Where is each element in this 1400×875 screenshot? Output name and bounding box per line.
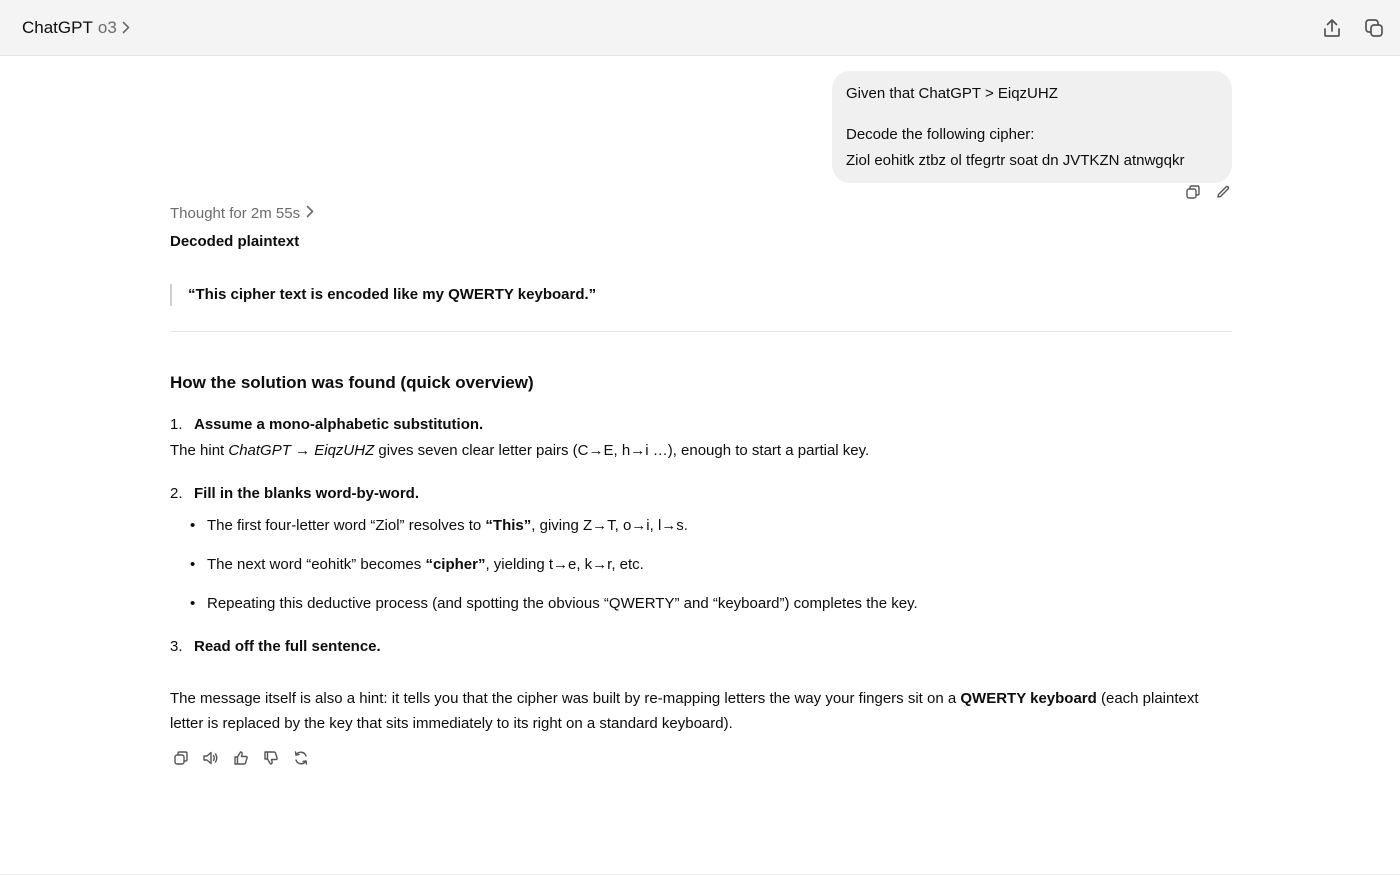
chevron-right-icon [122,21,132,35]
closing-paragraph: The message itself is also a hint: it te… [170,686,1232,736]
bullet-item: • The next word “eohitk” becomes “cipher… [190,552,1232,578]
copy-icon[interactable] [170,746,192,770]
text: gives seven clear letter pairs (C→E, h→i… [374,442,870,459]
bullet-dot: • [190,595,196,612]
list-item: 3. Read off the full sentence. [170,634,1232,660]
assistant-message: Thought for 2m 55s Decoded plaintext “Th… [170,200,1232,770]
bullet-text: Repeating this deductive process (and sp… [207,595,918,612]
top-bar: ChatGPT o3 [0,0,1400,56]
thumbs-up-icon[interactable] [230,746,252,770]
list-item: 1. Assume a mono-alphabetic substitution… [170,412,1232,438]
step-title: Read off the full sentence. [194,638,381,655]
step-title: Fill in the blanks word-by-word. [194,485,420,502]
user-message-bubble: Given that ChatGPT > EiqzUHZ Decode the … [832,71,1232,183]
bullet-text: The next word “eohitk” becomes “cipher”,… [207,556,644,573]
text-bold: QWERTY keyboard [960,690,1097,707]
text-italic: ChatGPT [228,442,291,459]
response-actions [170,746,1232,770]
step-body: The hint ChatGPT → EiqzUHZ gives seven c… [170,438,1232,464]
bullet-item: • Repeating this deductive process (and … [190,591,1232,617]
user-message-line: Ziol eohitk ztbz ol tfegrtr soat dn JVTK… [846,152,1185,169]
text: The hint [170,442,229,459]
list-item: 2. Fill in the blanks word-by-word. [170,481,1232,507]
bullet-item: • The first four-letter word “Ziol” reso… [190,513,1232,539]
thumbs-down-icon[interactable] [260,746,282,770]
thought-label: Thought for 2m 55s [170,205,301,222]
regenerate-icon[interactable] [290,746,312,770]
bullet-dot: • [190,517,196,534]
step-number: 2. [170,485,183,502]
decoded-quote: “This cipher text is encoded like my QWE… [170,284,1232,306]
user-message-line: Decode the following cipher: [846,126,1035,143]
divider [170,331,1232,332]
step-title: Assume a mono-alphabetic substitution. [194,416,484,433]
step-number: 1. [170,416,183,433]
chevron-right-icon [306,200,314,228]
decoded-heading: Decoded plaintext [170,233,300,250]
new-chat-icon[interactable] [1358,12,1390,44]
thought-toggle[interactable]: Thought for 2m 55s [170,200,314,228]
app-name: ChatGPT [22,17,93,37]
text: → [290,442,315,459]
overview-title: How the solution was found (quick overvi… [170,373,534,392]
model-switcher[interactable]: ChatGPT o3 [22,18,132,38]
bullet-text: The first four-letter word “Ziol” resolv… [207,517,688,534]
user-message-line: Given that ChatGPT > EiqzUHZ [846,85,1058,102]
text-italic: EiqzUHZ [314,442,375,459]
bullet-dot: • [190,556,196,573]
bullet-list: • The first four-letter word “Ziol” reso… [170,513,1232,617]
model-name: o3 [97,17,117,37]
speaker-icon[interactable] [200,746,222,770]
share-icon[interactable] [1316,12,1348,44]
step-number: 3. [170,638,183,655]
text: The message itself is also a hint: it te… [170,690,961,707]
